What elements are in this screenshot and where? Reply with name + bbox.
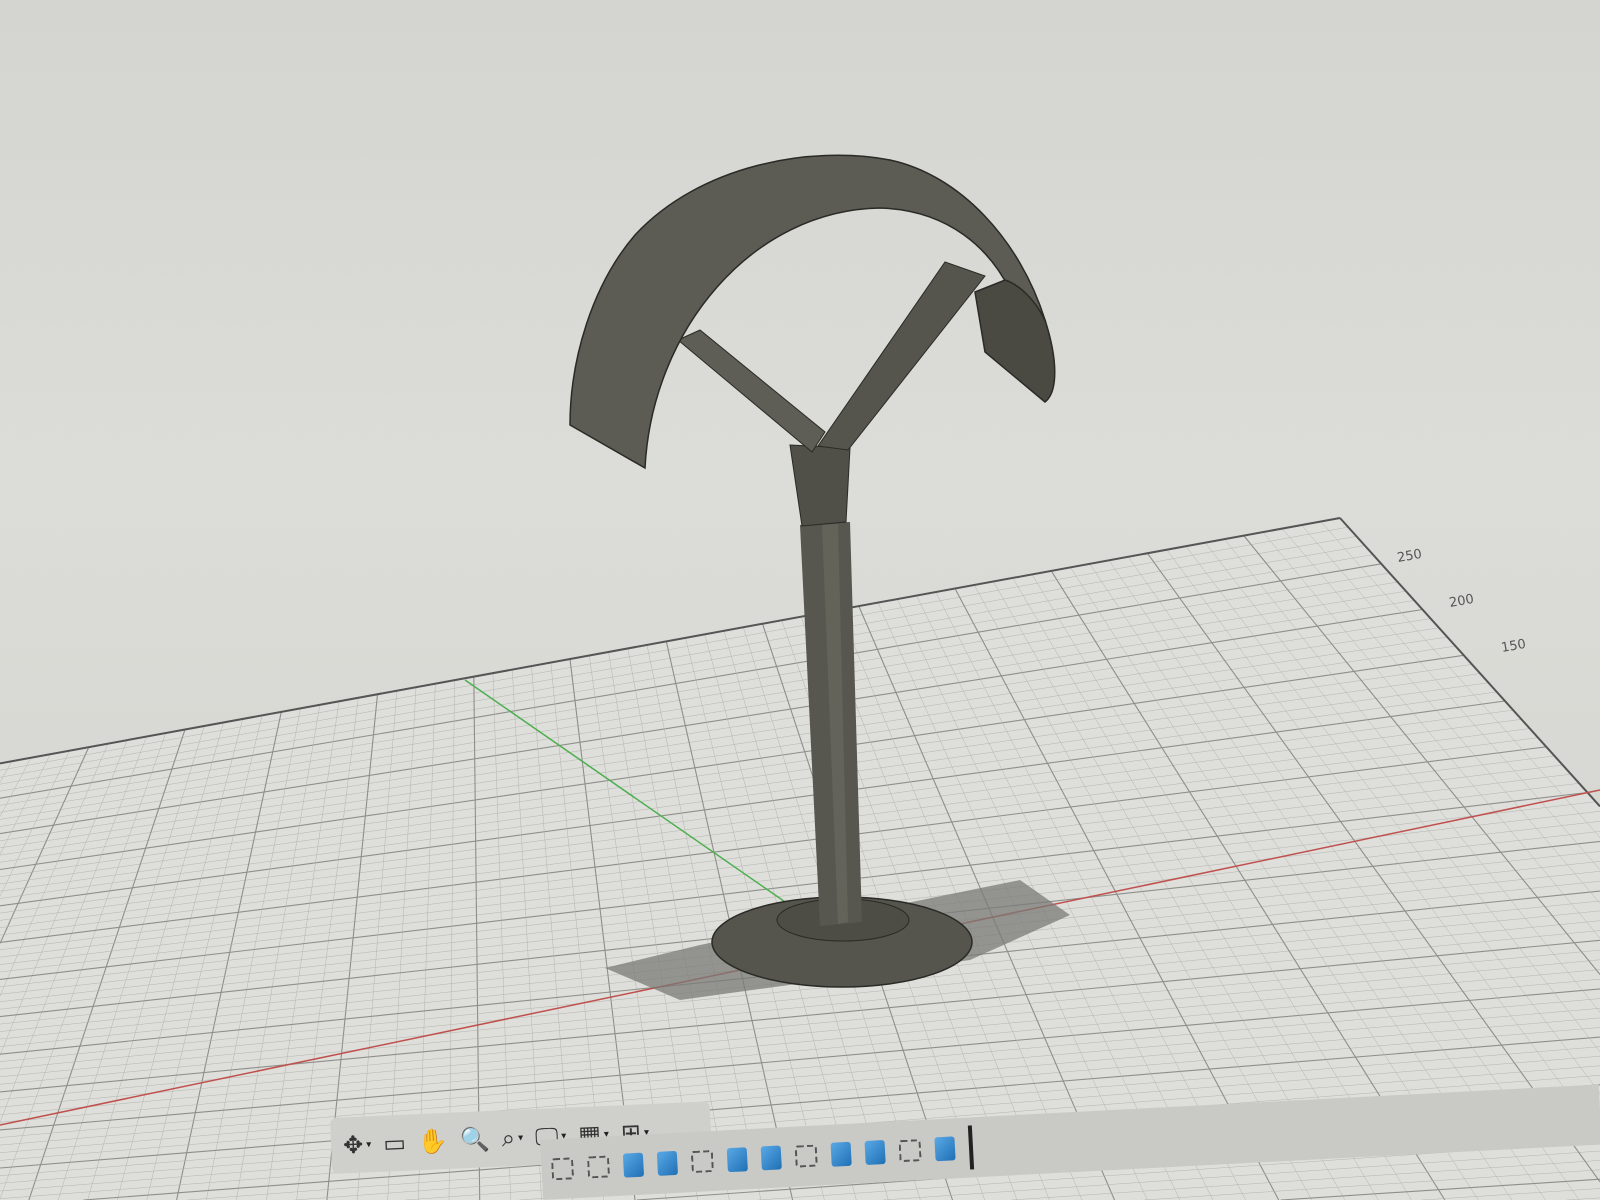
pan-hand-button[interactable]: ✋ [417,1127,448,1156]
zoom-icon: 🔍 [459,1125,491,1155]
timeline-extrude-feature[interactable] [934,1136,956,1162]
caret-down-icon[interactable]: ▾ [366,1139,372,1150]
timeline-extrude-feature[interactable] [760,1145,782,1171]
timeline-extrude-feature[interactable] [656,1150,679,1176]
grid-label-150: 150 [1500,637,1527,656]
timeline-extrude-feature[interactable] [830,1141,852,1167]
fit-zoom-window-icon: ⌕ [501,1123,516,1153]
grid-label-200: 200 [1448,592,1475,611]
orbit-button[interactable]: ✥ ▾ [342,1130,372,1160]
pan-hand-icon: ✋ [417,1126,449,1157]
look-at-icon: ▭ [382,1128,407,1158]
arc-band-inner-right [974,279,1056,403]
timeline-extrude-feature[interactable] [864,1139,886,1165]
caret-down-icon[interactable]: ▾ [518,1132,524,1143]
timeline-sketch-feature[interactable] [550,1157,575,1181]
zoom-button[interactable]: 🔍 [459,1125,490,1154]
orbit-icon: ✥ [342,1130,364,1160]
timeline-extrude-feature[interactable] [726,1147,748,1173]
timeline-sketch-feature[interactable] [690,1149,714,1174]
3d-viewport[interactable]: 250 200 150 [0,0,1600,1200]
timeline-marker-handle[interactable] [967,1125,975,1170]
right-brace [817,261,986,451]
timeline-sketch-feature[interactable] [898,1139,922,1163]
y-junction [789,444,851,527]
fit-zoom-window-button[interactable]: ⌕ ▾ [501,1124,524,1153]
look-at-button[interactable]: ▭ [383,1129,407,1158]
timeline-extrude-feature[interactable] [622,1152,645,1178]
timeline-sketch-feature[interactable] [794,1144,818,1168]
grid-label-250: 250 [1396,547,1423,566]
timeline-sketch-feature[interactable] [586,1155,611,1179]
left-brace [677,329,826,453]
